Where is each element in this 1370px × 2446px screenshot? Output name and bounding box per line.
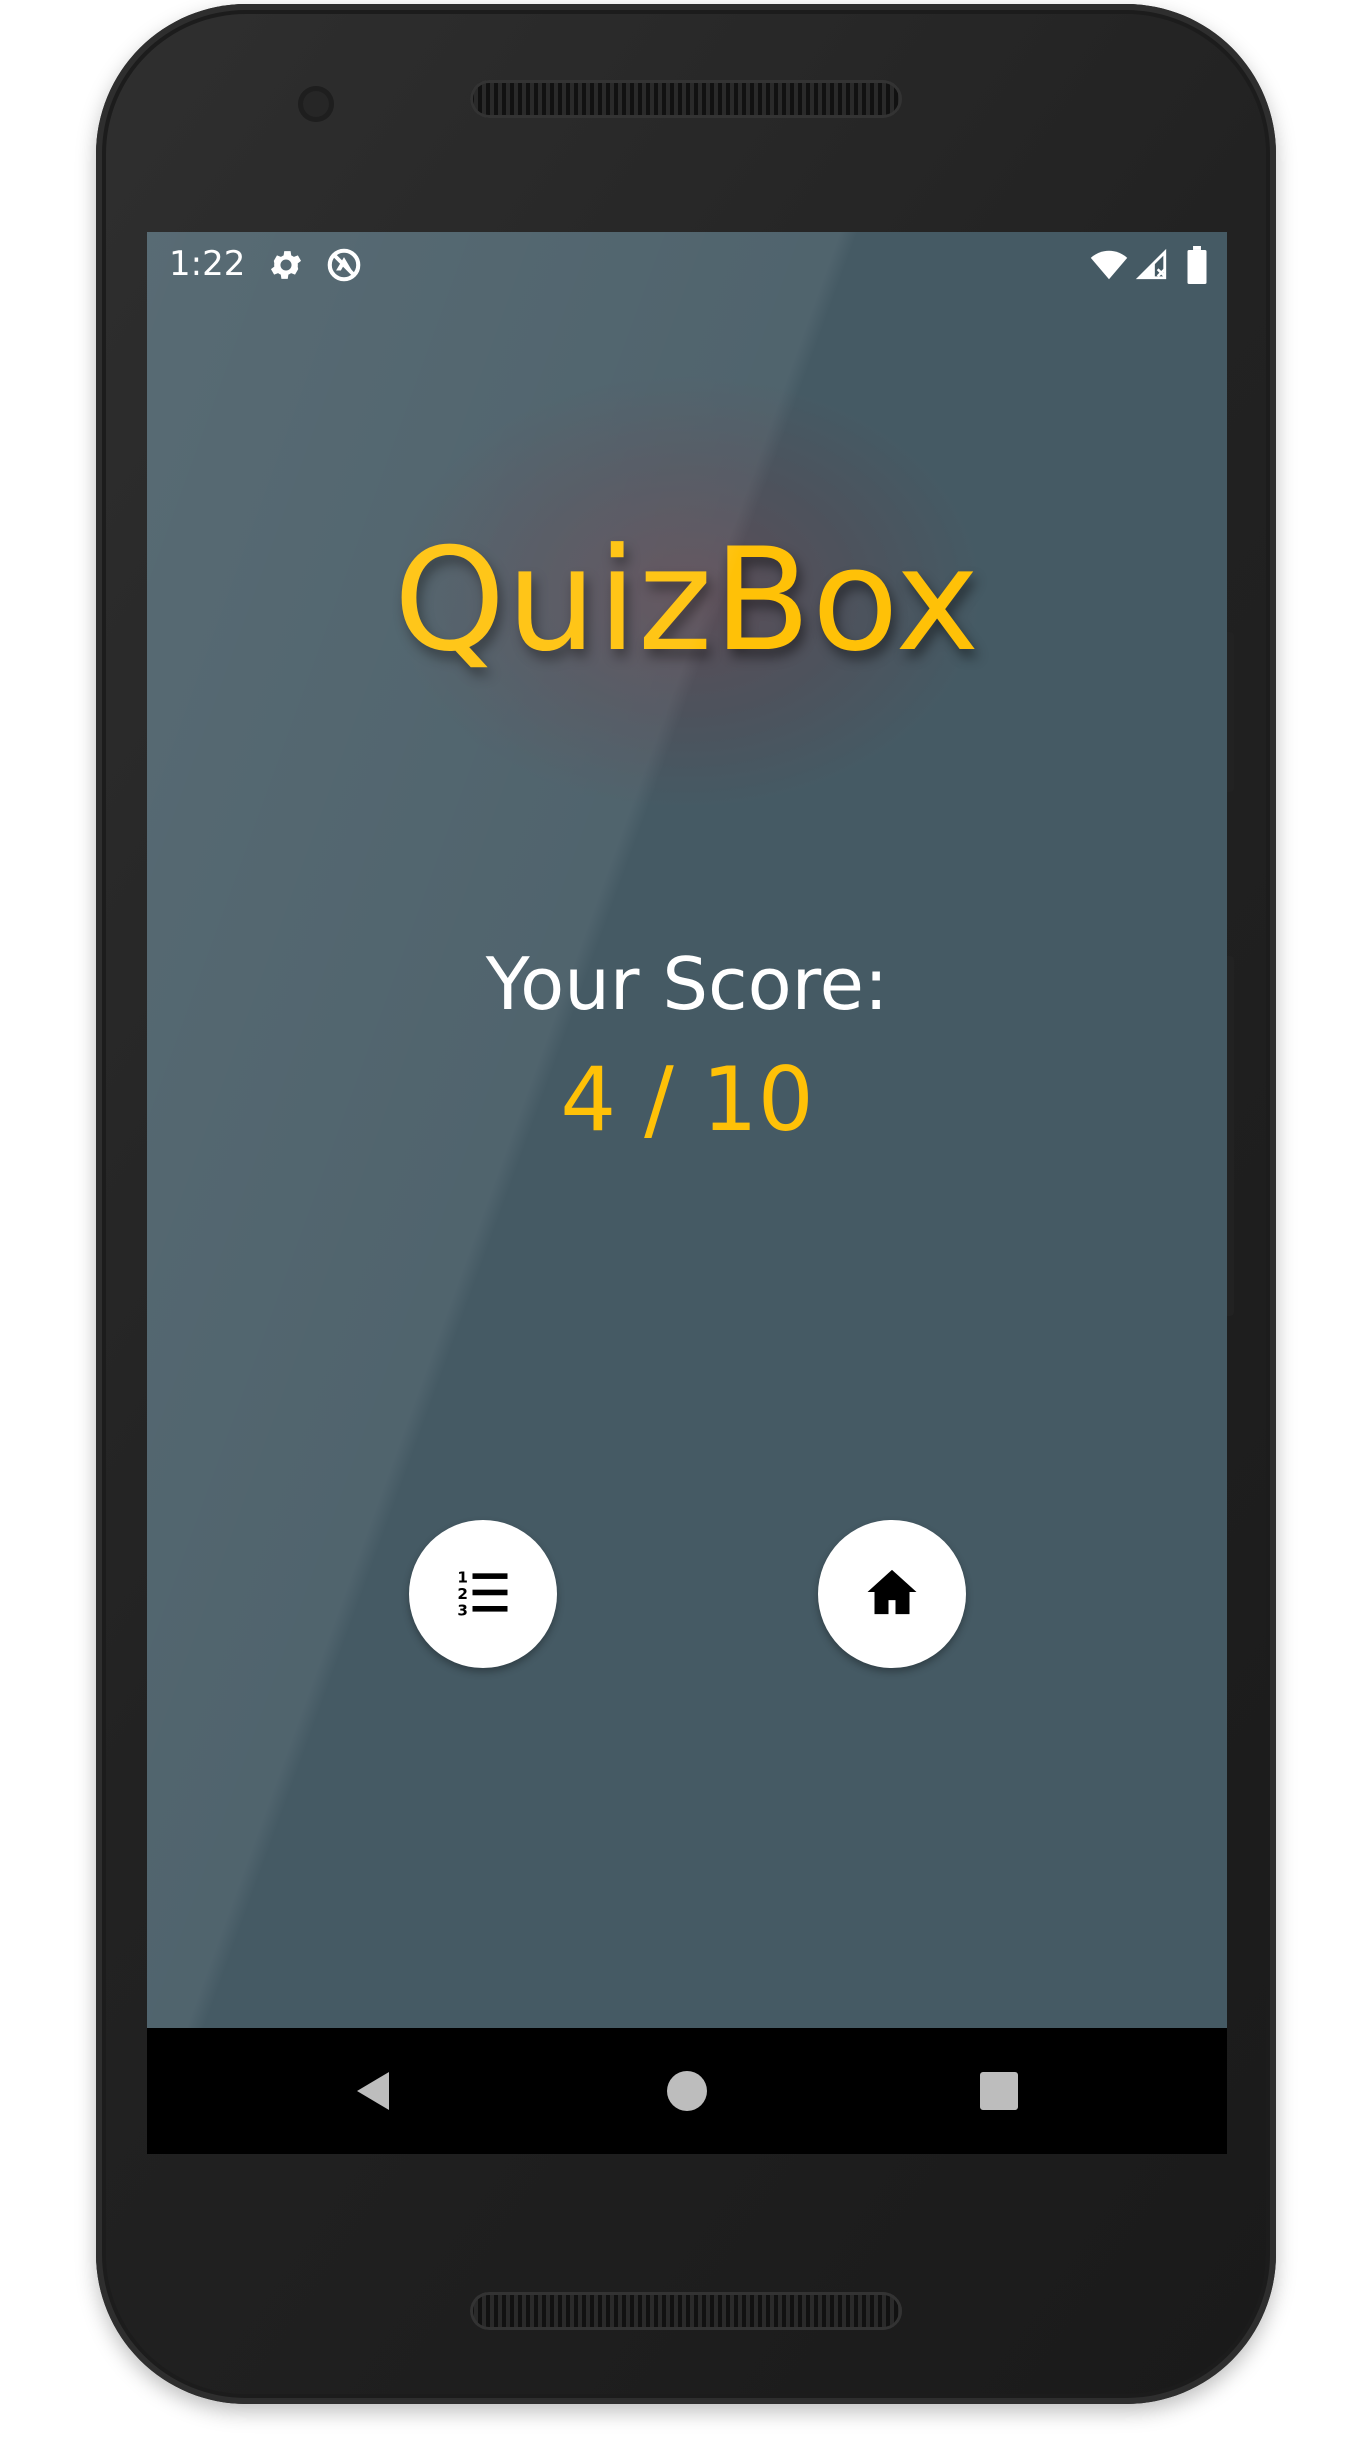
- svg-text:1: 1: [457, 1569, 468, 1587]
- home-button[interactable]: [818, 1520, 966, 1668]
- home-circle-icon[interactable]: [664, 2068, 710, 2114]
- leaderboard-button[interactable]: 1 2 3: [409, 1520, 557, 1668]
- wifi-icon: [1089, 246, 1129, 284]
- status-time: 1:22: [169, 244, 246, 284]
- score-value: 4 / 10: [560, 1048, 814, 1151]
- numbered-list-icon: 1 2 3: [455, 1564, 511, 1624]
- signal-icon: [1135, 246, 1169, 284]
- battery-icon: [1187, 246, 1207, 284]
- device-frame: 1:22 QuizBox Your Score: 4 / 10 1 2 3: [0, 0, 1370, 2446]
- home-icon: [864, 1564, 920, 1624]
- svg-text:2: 2: [457, 1585, 468, 1603]
- bottom-speaker-grille: [470, 2292, 902, 2330]
- front-camera: [298, 86, 334, 122]
- back-triangle-icon[interactable]: [351, 2068, 397, 2114]
- system-navigation-bar: [147, 2028, 1227, 2154]
- app-title: QuizBox: [393, 518, 981, 683]
- score-label: Your Score:: [485, 942, 889, 1026]
- svg-text:3: 3: [457, 1601, 468, 1619]
- sync-icon: [325, 246, 363, 284]
- recents-square-icon[interactable]: [976, 2068, 1022, 2114]
- status-bar: 1:22: [147, 232, 1227, 296]
- top-speaker-grille: [470, 80, 902, 118]
- gear-icon: [267, 246, 305, 284]
- app-screen: 1:22 QuizBox Your Score: 4 / 10 1 2 3: [147, 232, 1227, 2154]
